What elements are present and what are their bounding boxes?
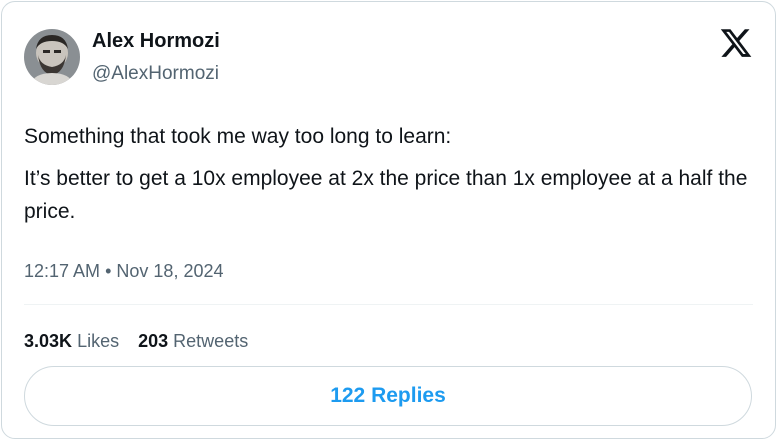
tweet-time: 12:17 AM [24,261,101,281]
timestamp-separator: • [105,261,112,281]
tweet-card: Alex Hormozi @AlexHormozi Something that… [1,1,776,439]
divider [24,304,753,305]
author-avatar[interactable] [24,29,80,85]
tweet-paragraph: It’s better to get a 10x employee at 2x … [24,167,748,223]
retweets-stat[interactable]: 203 Retweets [138,331,248,351]
author-handle[interactable]: @AlexHormozi [92,63,219,85]
tweet-timestamp[interactable]: 12:17 AM • Nov 18, 2024 [24,261,223,282]
likes-count: 3.03K [24,331,73,351]
likes-label: Likes [77,331,120,351]
likes-stat[interactable]: 3.03K Likes [24,331,124,351]
retweets-count: 203 [138,331,169,351]
x-logo-icon[interactable] [719,26,753,60]
tweet-body: Something that took me way too long to l… [24,120,753,237]
profile-photo-icon [24,29,80,85]
tweet-paragraph: Something that took me way too long to l… [24,125,452,148]
engagement-stats: 3.03K Likes 203 Retweets [24,331,262,352]
author-name[interactable]: Alex Hormozi [92,30,220,53]
retweets-label: Retweets [173,331,249,351]
replies-button[interactable]: 122 Replies [24,366,752,426]
tweet-date: Nov 18, 2024 [116,261,224,281]
